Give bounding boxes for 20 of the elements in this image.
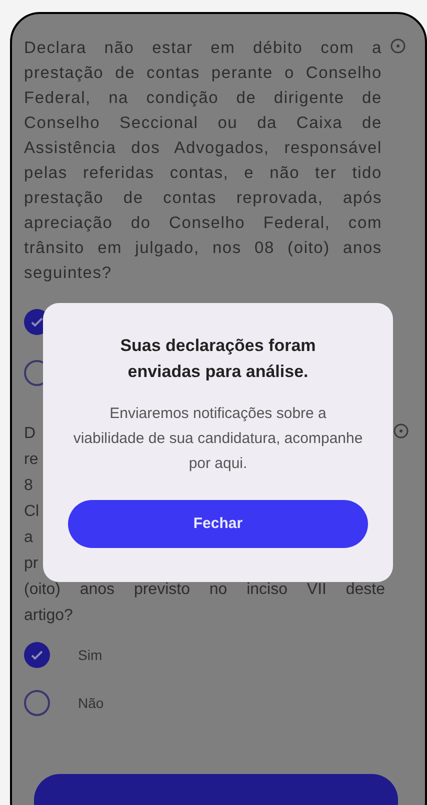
question-text: pr	[24, 554, 40, 574]
question-text: a	[24, 528, 34, 548]
dialog-title: Suas declarações foram enviadas para análise.	[119, 335, 317, 383]
option-label: Sim	[78, 646, 102, 664]
question-text: artigo?	[24, 606, 74, 626]
check-icon	[30, 648, 44, 662]
dialog-message: Enviaremos notificações sobre a viabilidade de sua candidatura, acompanhe por aqui.	[73, 404, 363, 474]
question-text: D	[24, 424, 37, 444]
info-icon[interactable]	[390, 38, 406, 54]
check-icon	[30, 315, 44, 329]
question-text: Declara não estar em débito com a prestação de contas perante o Conselho Federal, na condição de dirigente de Conselho Seccional ou da Caixa de Assistência dos Advogados, responsável pelas referidas contas, e não ter tido prestação de contas reprovada, após apreciação do Conselho Federal, com trânsito em julgado, nos 08 (oito) anos seguintes?	[24, 38, 382, 284]
info-icon[interactable]	[393, 423, 409, 439]
question-text: Cl	[24, 502, 40, 522]
question-text: (oito) anos previsto no inciso VII deste	[24, 580, 385, 600]
question-text: 8	[24, 476, 34, 496]
option-label: Não	[78, 694, 104, 712]
question-text: re	[24, 450, 40, 470]
radio-checked[interactable]	[24, 642, 50, 668]
radio-unchecked[interactable]	[24, 690, 50, 716]
close-button[interactable]: Fechar	[68, 500, 368, 548]
